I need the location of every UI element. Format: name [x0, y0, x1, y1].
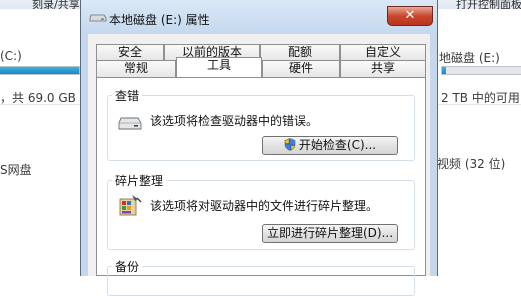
- backup-group: 备份: [107, 258, 415, 296]
- drive-e-label[interactable]: 地磁盘 (E:): [439, 49, 500, 66]
- backup-title: 备份: [112, 258, 143, 275]
- defrag-icon: [119, 195, 142, 216]
- tab-security[interactable]: 安全: [96, 44, 164, 60]
- drive-icon: [89, 14, 107, 22]
- tab-general[interactable]: 常规: [96, 60, 176, 77]
- tab-hardware[interactable]: 硬件: [262, 60, 340, 77]
- error-checking-group: 查错 该选项将检查驱动器中的错误。 开始检查(C)...: [107, 87, 415, 161]
- tab-tools[interactable]: 工具: [176, 57, 262, 77]
- start-check-button[interactable]: 开始检查(C)...: [262, 136, 398, 155]
- defrag-description: 该选项将对驱动器中的文件进行碎片整理。: [150, 199, 379, 213]
- explorer-divider: [0, 104, 80, 105]
- close-button[interactable]: ✕: [387, 6, 433, 26]
- error-checking-description: 该选项将检查驱动器中的错误。: [150, 114, 319, 128]
- tab-sharing[interactable]: 共享: [340, 60, 426, 77]
- defrag-now-button[interactable]: 立即进行碎片整理(D)...: [262, 224, 398, 243]
- explorer-item-netdisk[interactable]: S网盘: [0, 161, 32, 178]
- drive-c-label[interactable]: (C:): [0, 49, 22, 63]
- explorer-left-pane: (C:) ，共 69.0 GB S网盘: [0, 9, 80, 276]
- tools-tab-panel: 查错 该选项将检查驱动器中的错误。 开始检查(C)... 碎片整理 该选项将对驱…: [96, 77, 426, 296]
- tab-customize[interactable]: 自定义: [340, 44, 426, 60]
- drive-e-usage-meter: [441, 66, 521, 75]
- close-icon: ✕: [404, 8, 416, 23]
- defrag-group: 碎片整理 该选项将对驱动器中的文件进行碎片整理。 立即进行碎片整理(D)...: [107, 172, 415, 250]
- defrag-title: 碎片整理: [112, 172, 167, 189]
- explorer-right-pane: 地磁盘 (E:) 2 TB 中的可用 视频 (32 位): [437, 9, 521, 276]
- dialog-body: 安全 以前的版本 配额 自定义 常规 工具 硬件 共享 查错 该选项将检查驱动器…: [88, 34, 430, 296]
- dialog-titlebar[interactable]: 本地磁盘 (E:) 属性 ✕: [81, 0, 437, 34]
- drive-e-usage-fill: [442, 67, 446, 74]
- drive-c-usage-fill: [0, 67, 79, 74]
- dialog-title: 本地磁盘 (E:) 属性: [109, 13, 210, 27]
- tab-quota[interactable]: 配额: [260, 44, 340, 60]
- explorer-item-video[interactable]: 视频 (32 位): [437, 155, 505, 172]
- drive-c-usage-meter: [0, 66, 80, 75]
- start-check-label: 开始检查(C)...: [298, 138, 377, 152]
- hard-drive-icon: [118, 117, 142, 130]
- explorer-divider: [437, 104, 521, 105]
- error-checking-title: 查错: [112, 87, 143, 104]
- uac-shield-icon: [284, 138, 296, 151]
- properties-dialog: 本地磁盘 (E:) 属性 ✕ 安全 以前的版本 配额 自定义 常规 工具 硬件 …: [80, 0, 438, 296]
